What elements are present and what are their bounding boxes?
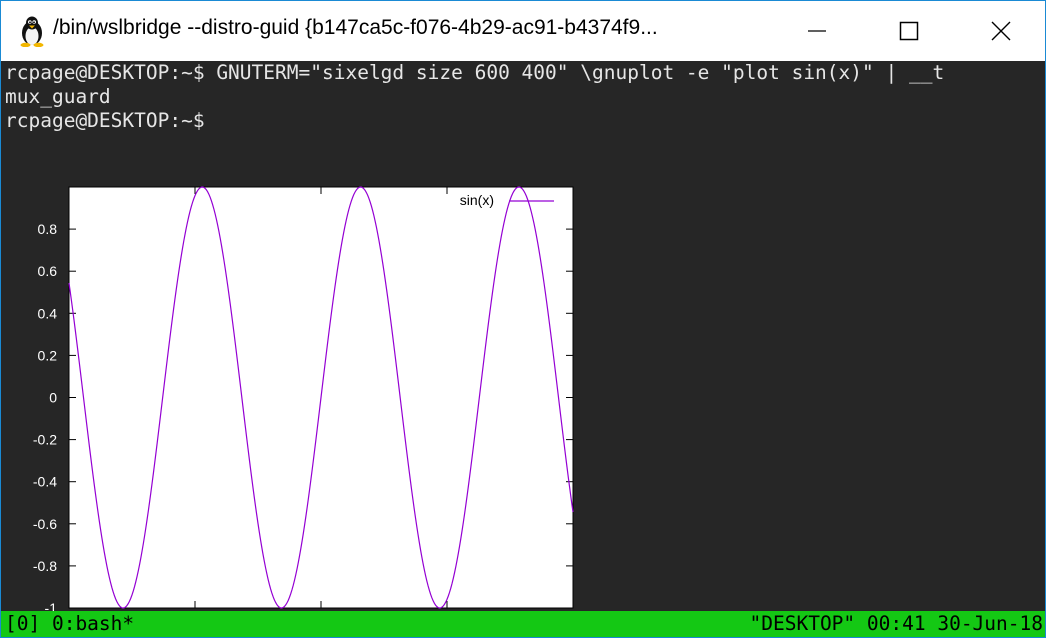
- y-tick-label: -0.2: [33, 432, 57, 448]
- minimize-button[interactable]: [771, 1, 863, 61]
- terminal-line-wrap: mux_guard: [5, 85, 111, 108]
- minimize-icon: [808, 30, 826, 32]
- y-tick-label: 0.6: [38, 263, 58, 279]
- title-bar[interactable]: /bin/wslbridge --distro-guid {b147ca5c-f…: [1, 1, 1045, 61]
- maximize-button[interactable]: [863, 1, 955, 61]
- legend-label: sin(x): [460, 192, 494, 208]
- close-icon: [991, 21, 1011, 41]
- y-tick-label: 0.2: [38, 347, 58, 363]
- y-tick-label: -0.4: [33, 474, 57, 490]
- y-tick-label: 0: [49, 390, 57, 406]
- y-tick-label: -0.6: [33, 516, 57, 532]
- window-title: /bin/wslbridge --distro-guid {b147ca5c-f…: [53, 16, 658, 39]
- terminal-line-prompt: rcpage@DESKTOP:~$: [5, 109, 217, 133]
- sin-plot: -10-50510-1-0.8-0.6-0.4-0.200.20.40.60.8…: [33, 186, 581, 634]
- tmux-status-bar: [0] 0:bash* "DESKTOP" 00:41 30-Jun-18: [1, 611, 1045, 637]
- close-button[interactable]: [955, 1, 1045, 61]
- y-tick-label: -0.8: [33, 558, 57, 574]
- terminal-window: /bin/wslbridge --distro-guid {b147ca5c-f…: [0, 0, 1046, 638]
- sixel-plot-image: -10-50510-1-0.8-0.6-0.4-0.200.20.40.60.8…: [1, 169, 605, 637]
- maximize-icon: [899, 21, 919, 41]
- terminal-area[interactable]: rcpage@DESKTOP:~$ GNUTERM="sixelgd size …: [1, 61, 1045, 637]
- terminal-line-command: rcpage@DESKTOP:~$ GNUTERM="sixelgd size …: [5, 61, 945, 84]
- tmux-status-info: "DESKTOP" 00:41 30-Jun-18: [749, 612, 1044, 635]
- tux-penguin-icon: [20, 16, 44, 47]
- y-tick-label: 0.8: [38, 221, 58, 237]
- y-tick-label: 0.4: [38, 305, 58, 321]
- tmux-window-list[interactable]: [0] 0:bash*: [5, 611, 134, 637]
